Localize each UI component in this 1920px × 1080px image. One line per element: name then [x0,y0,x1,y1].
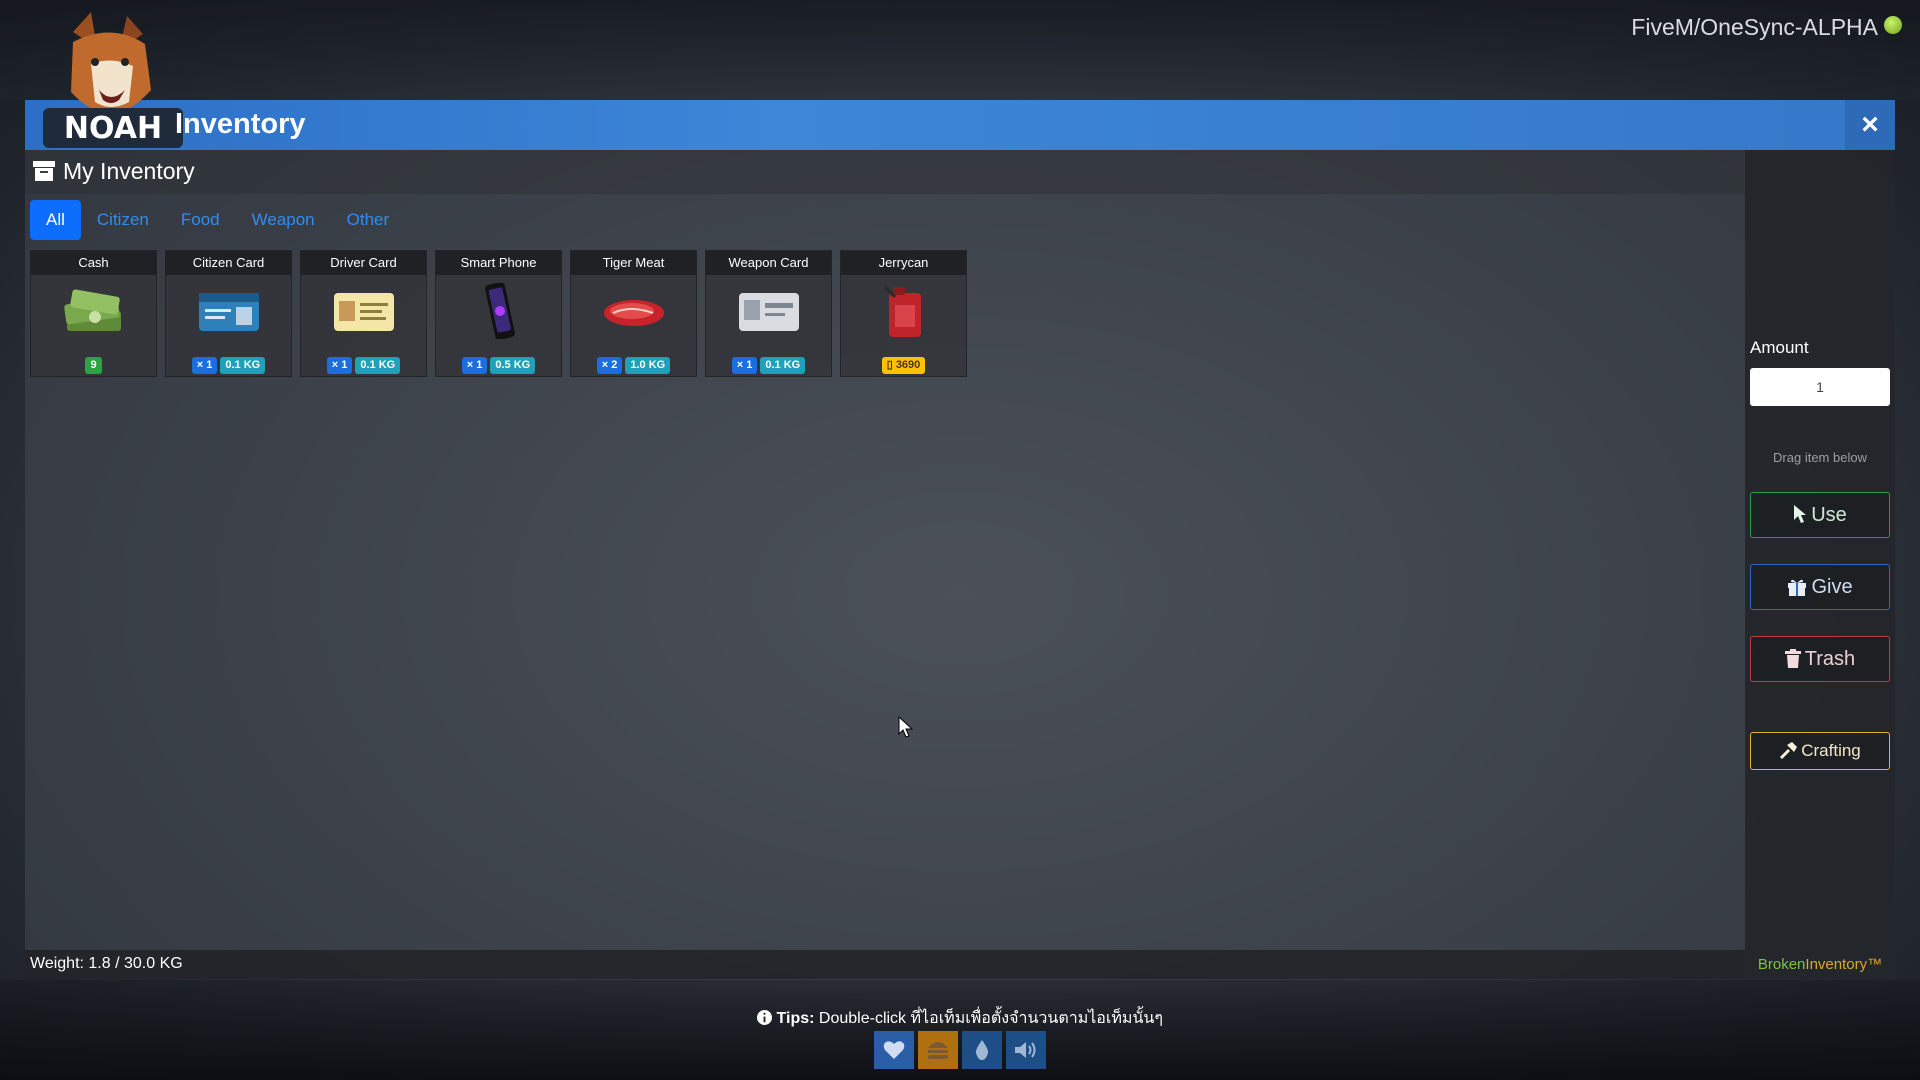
weight-text: Weight: 1.8 / 30.0 KG [30,955,183,972]
count-badge: 9 [85,357,102,374]
trash-icon [1784,649,1801,668]
archive-box-icon [33,161,55,181]
meat-icon [604,300,664,326]
driver-card-icon [334,293,394,331]
section-header: My Inventory [25,150,1745,194]
inventory-panel: My Inventory All Citizen Food Weapon Oth… [25,150,1745,950]
burger-icon [928,1042,948,1059]
action-sidebar: Amount Drag item below Use Give Trash Cr… [1745,150,1895,979]
heart-icon [883,1041,905,1059]
trash-button[interactable]: Trash [1750,636,1890,682]
give-label: Give [1811,576,1853,598]
item-badges: × 1 0.5 KG [436,357,561,374]
give-button[interactable]: Give [1750,564,1890,610]
tips-label: Tips: [776,1010,815,1027]
item-slot-citizen-card[interactable]: Citizen Card × 1 0.1 KG [165,250,292,377]
item-badges: ▯ 3690 [841,357,966,374]
use-label: Use [1811,504,1847,526]
brand-text: BrokenInventory™ [1745,956,1895,973]
crafting-button[interactable]: Crafting [1750,732,1890,770]
brand-part-2: Inventory™ [1805,956,1883,973]
tab-food[interactable]: Food [165,200,236,240]
item-slot-smart-phone[interactable]: Smart Phone × 1 0.5 KG [435,250,562,377]
item-name: Driver Card [301,251,426,275]
item-slot-cash[interactable]: Cash 9 [30,250,157,377]
use-button[interactable]: Use [1750,492,1890,538]
quantity-badge: × 1 [326,357,353,374]
tab-all[interactable]: All [30,200,81,240]
cash-icon [64,289,121,331]
tab-other[interactable]: Other [331,200,406,240]
quantity-badge: × 1 [461,357,488,374]
item-badges: × 2 1.0 KG [571,357,696,374]
tab-weapon[interactable]: Weapon [236,200,331,240]
item-slot-driver-card[interactable]: Driver Card × 1 0.1 KG [300,250,427,377]
jerrycan-icon [883,285,921,337]
hammer-icon [1780,742,1798,760]
item-badges: × 1 0.1 KG [706,357,831,374]
weight-badge: 1.0 KG [625,357,671,374]
server-name: FiveM/OneSync-ALPHA [1631,14,1878,40]
close-button[interactable]: × [1845,100,1895,150]
weight-badge: 0.1 KG [220,357,266,374]
weight-bar: Weight: 1.8 / 30.0 KG [25,950,1745,979]
crafting-label: Crafting [1801,741,1861,760]
window-title: Inventory [175,108,306,140]
quantity-badge: × 1 [191,357,218,374]
weight-badge: 0.5 KG [490,357,536,374]
svg-text:NOAH: NOAH [64,111,162,146]
weapon-card-icon [739,293,799,331]
category-tabs: All Citizen Food Weapon Other [30,200,405,240]
section-title: My Inventory [63,158,195,184]
server-status-icon [1884,16,1902,34]
quantity-badge: × 1 [731,357,758,374]
item-name: Jerrycan [841,251,966,275]
wolf-logo-icon: NOAH [43,12,183,148]
pointer-icon [1794,505,1807,523]
item-badges: 9 [31,357,156,374]
citizen-card-icon [199,293,259,331]
item-slot-jerrycan[interactable]: Jerrycan ▯ 3690 [840,250,967,377]
hunger-status [918,1031,958,1069]
health-status [874,1031,914,1069]
quantity-badge: × 2 [596,357,623,374]
window-titlebar: NOAH Inventory × [25,12,1895,150]
item-name: Citizen Card [166,251,291,275]
drag-hint: Drag item below [1773,450,1867,465]
item-badges: × 1 0.1 KG [301,357,426,374]
amount-label: Amount [1750,338,1809,357]
trash-label: Trash [1804,648,1856,670]
gift-icon [1788,579,1807,596]
tab-citizen[interactable]: Citizen [81,200,165,240]
durability-badge: ▯ 3690 [881,357,926,374]
weight-badge: 0.1 KG [355,357,401,374]
thirst-status [962,1031,1002,1069]
speaker-icon [1015,1042,1036,1058]
voice-status [1006,1031,1046,1069]
tips-text: Double-click ที่ไอเท็มเพื่อตั้งจำนวนตามไ… [814,1010,1163,1027]
item-slot-weapon-card[interactable]: Weapon Card × 1 0.1 KG [705,250,832,377]
item-name: Smart Phone [436,251,561,275]
water-drop-icon [975,1040,989,1060]
item-badges: × 1 0.1 KG [166,357,291,374]
item-name: Cash [31,251,156,275]
item-name: Tiger Meat [571,251,696,275]
weight-badge: 0.1 KG [760,357,806,374]
close-icon: × [1861,108,1879,141]
amount-input[interactable] [1750,368,1890,406]
tips-bar: Tips: Double-click ที่ไอเท็มเพื่อตั้งจำน… [0,1006,1920,1031]
inventory-window: NOAH Inventory × My Inventory All Citize… [25,12,1895,979]
status-hud [874,1031,1046,1069]
brand-part-1: Broken [1757,956,1806,973]
phone-icon [485,283,515,339]
item-name: Weapon Card [706,251,831,275]
info-icon [757,1010,773,1025]
mouse-cursor-icon [898,716,914,738]
item-slot-tiger-meat[interactable]: Tiger Meat × 2 1.0 KG [570,250,697,377]
item-grid: Cash 9 Citizen Card × 1 0.1 KG Driver Ca… [30,250,967,377]
